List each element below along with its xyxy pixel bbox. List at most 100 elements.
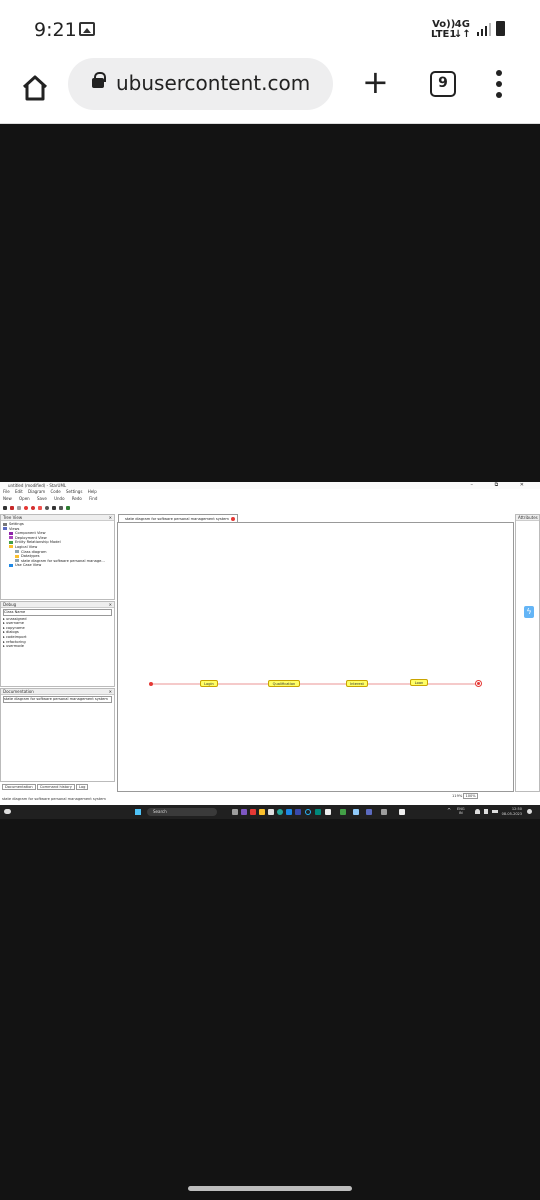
volume-icon[interactable] xyxy=(484,809,488,814)
state-qualification[interactable]: Qualification xyxy=(268,680,300,687)
menu-edit[interactable]: Edit xyxy=(15,489,23,494)
battery-icon xyxy=(496,21,505,36)
toolbar-save-button[interactable]: Save xyxy=(37,495,47,503)
diagram-icon xyxy=(15,550,19,554)
fork-tool-icon[interactable] xyxy=(52,506,56,510)
status-line: state diagram for software personal mana… xyxy=(2,797,106,801)
browser-toolbar: ubusercontent.com + 9 xyxy=(0,58,540,124)
debug-panel: Debug ✕ Class Name ▸ unassigned ▸ usernam… xyxy=(0,601,115,687)
app-icon[interactable] xyxy=(340,809,346,815)
tab-command-history[interactable]: Command history xyxy=(36,784,75,790)
note-tool-icon[interactable] xyxy=(17,506,21,510)
region-code: IN xyxy=(458,811,463,815)
debug-item[interactable]: ▸ usermode xyxy=(3,644,112,649)
state-login[interactable]: Login xyxy=(200,680,218,687)
folder-icon xyxy=(15,554,19,558)
new-tab-icon[interactable]: + xyxy=(362,66,389,98)
views-icon xyxy=(3,527,7,531)
diagram-canvas[interactable]: Login Qualification Interest Loan xyxy=(117,522,514,792)
app-icon[interactable] xyxy=(353,809,359,815)
lightning-icon[interactable]: ϟ xyxy=(524,606,534,618)
final-state[interactable] xyxy=(476,681,481,686)
app-icon[interactable] xyxy=(366,809,372,815)
toolbar-redo-button[interactable]: Redo xyxy=(72,495,82,503)
toolbar-undo-button[interactable]: Undo xyxy=(54,495,64,503)
toolbar-new-button[interactable]: New xyxy=(3,495,12,503)
tree-item[interactable]: Use Case View xyxy=(3,563,112,568)
gesture-navigation-bar[interactable] xyxy=(188,1186,352,1191)
network-indicator: 4G ↓↑ xyxy=(454,20,471,40)
panel-close-icon[interactable]: ✕ xyxy=(109,602,112,608)
state-interest[interactable]: Interest xyxy=(346,680,368,687)
screenshot-notification-icon xyxy=(79,22,95,36)
documentation-text[interactable]: state diagram for software personal mana… xyxy=(3,696,112,703)
notification-icon[interactable] xyxy=(527,809,532,814)
state-tool-icon[interactable] xyxy=(10,506,14,510)
debug-column-header: Class Name xyxy=(3,609,112,616)
diagram-tab[interactable]: state diagram for software personal mana… xyxy=(118,514,238,522)
task-view-icon[interactable] xyxy=(232,809,238,815)
main-toolbar: New Open Save Undo Redo Find xyxy=(0,495,540,503)
state-loan[interactable]: Loan xyxy=(410,679,428,686)
initial-state-tool-icon[interactable] xyxy=(24,506,28,510)
tab-documentation[interactable]: Documentation xyxy=(2,784,36,790)
teams-icon[interactable] xyxy=(241,809,247,815)
select-tool-icon[interactable] xyxy=(3,506,7,510)
file-explorer-icon[interactable] xyxy=(259,809,265,815)
tree-view-panel: Tree View ✕ Settings Views Component View… xyxy=(0,514,115,600)
menu-diagram[interactable]: Diagram xyxy=(28,489,45,494)
menu-file[interactable]: File xyxy=(3,489,10,494)
app-icon[interactable] xyxy=(295,809,301,815)
office-icon[interactable] xyxy=(250,809,256,815)
attributes-header: Attributes xyxy=(516,515,539,521)
diagram-icon xyxy=(15,559,19,563)
address-bar[interactable]: ubusercontent.com xyxy=(68,58,333,110)
edge-icon[interactable] xyxy=(277,809,283,815)
app-icon[interactable] xyxy=(286,809,292,815)
window-controls[interactable]: – ⧉ ✕ xyxy=(471,482,534,489)
language-indicator[interactable]: ENG IN xyxy=(457,807,465,815)
app-icon[interactable] xyxy=(381,809,387,815)
clock-date: 08-05-2023 xyxy=(501,811,522,816)
menu-help[interactable]: Help xyxy=(88,489,97,494)
windows-start-icon[interactable] xyxy=(135,809,141,815)
component-view-icon xyxy=(9,531,13,535)
tray-chevron-icon[interactable]: ^ xyxy=(447,808,451,814)
toolbar-open-button[interactable]: Open xyxy=(19,495,30,503)
initial-state[interactable] xyxy=(149,682,153,686)
settings-icon xyxy=(3,522,7,526)
history-tool-icon[interactable] xyxy=(45,506,49,510)
url-text[interactable]: ubusercontent.com xyxy=(116,71,326,95)
battery-tray-icon[interactable] xyxy=(492,810,498,813)
taskbar-search[interactable]: Search xyxy=(147,808,217,816)
app-icon[interactable] xyxy=(325,809,331,815)
cortana-icon[interactable] xyxy=(305,809,311,815)
tab-switcher-button[interactable]: 9 xyxy=(430,71,456,97)
lock-icon[interactable] xyxy=(92,72,106,88)
menu-code[interactable]: Code xyxy=(50,489,60,494)
app-icon[interactable] xyxy=(315,809,321,815)
diagram-tab-label: state diagram for software personal mana… xyxy=(125,517,229,521)
tab-log[interactable]: Log xyxy=(76,784,89,790)
weather-icon[interactable] xyxy=(4,809,11,814)
join-tool-icon[interactable] xyxy=(59,506,63,510)
choice-tool-icon[interactable] xyxy=(38,506,42,510)
volte-indicator: Vo)) LTE1 xyxy=(431,20,456,40)
home-icon[interactable] xyxy=(20,73,50,103)
documentation-title: Documentation xyxy=(3,689,34,694)
menu-settings[interactable]: Settings xyxy=(66,489,82,494)
taskbar-clock[interactable]: 12:50 08-05-2023 xyxy=(500,807,522,816)
tree-view-title: Tree View xyxy=(3,515,23,520)
close-tab-icon[interactable] xyxy=(231,517,235,521)
toolbar-find-button[interactable]: Find xyxy=(89,495,97,503)
use-case-view-icon xyxy=(9,563,13,567)
store-icon[interactable] xyxy=(268,809,274,815)
transition-lines xyxy=(152,683,478,685)
wifi-icon[interactable] xyxy=(475,809,480,814)
final-state-tool-icon[interactable] xyxy=(31,506,35,510)
panel-close-icon[interactable]: ✕ xyxy=(109,515,112,521)
more-options-icon[interactable] xyxy=(495,68,503,100)
app-icon[interactable] xyxy=(399,809,405,815)
transition-tool-icon[interactable] xyxy=(66,506,70,510)
panel-close-icon[interactable]: ✕ xyxy=(109,689,112,695)
